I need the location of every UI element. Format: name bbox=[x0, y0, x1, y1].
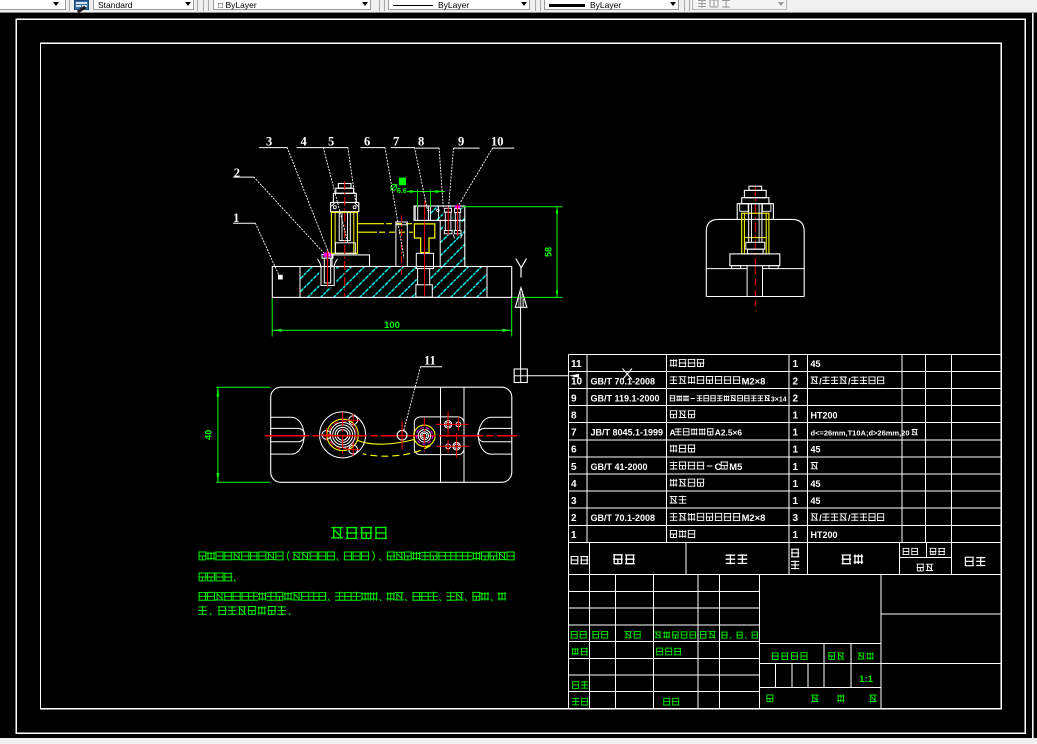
svg-text:10: 10 bbox=[491, 135, 504, 149]
svg-text:5: 5 bbox=[328, 135, 334, 149]
svg-text:1: 1 bbox=[793, 462, 799, 473]
svg-text:d<=26mm,T10A;d>26mm,20: d<=26mm,T10A;d>26mm,20 bbox=[811, 429, 910, 438]
svg-text:/: / bbox=[819, 376, 822, 386]
svg-text:11: 11 bbox=[424, 354, 436, 368]
svg-text:6.6: 6.6 bbox=[397, 188, 407, 195]
svg-text:9: 9 bbox=[571, 393, 577, 404]
svg-text:2: 2 bbox=[793, 376, 799, 387]
svg-text:7: 7 bbox=[571, 428, 577, 439]
svg-text:1: 1 bbox=[793, 359, 799, 370]
svg-text:M2×8: M2×8 bbox=[742, 375, 766, 386]
svg-text:3×14: 3×14 bbox=[771, 396, 787, 403]
svg-text:8: 8 bbox=[571, 411, 577, 422]
svg-text:A: A bbox=[670, 428, 676, 438]
svg-text:M5: M5 bbox=[729, 461, 742, 472]
svg-text:1: 1 bbox=[793, 428, 799, 439]
svg-text:1: 1 bbox=[793, 496, 799, 507]
svg-text:GB/T 70.1-2008: GB/T 70.1-2008 bbox=[591, 376, 656, 386]
svg-text:40: 40 bbox=[204, 430, 214, 440]
svg-text:45: 45 bbox=[811, 496, 821, 506]
svg-text:3: 3 bbox=[571, 496, 577, 507]
svg-text:8: 8 bbox=[418, 135, 424, 149]
svg-text:3: 3 bbox=[266, 135, 272, 149]
svg-text:/: / bbox=[819, 513, 822, 523]
svg-text:4: 4 bbox=[571, 479, 577, 490]
svg-text:6: 6 bbox=[571, 445, 577, 456]
svg-text:1: 1 bbox=[571, 530, 577, 541]
svg-text:/: / bbox=[848, 513, 851, 523]
svg-text:5: 5 bbox=[571, 462, 577, 473]
svg-text:10: 10 bbox=[571, 376, 583, 387]
svg-text:1: 1 bbox=[233, 211, 239, 225]
svg-text:6: 6 bbox=[364, 135, 370, 149]
svg-text:2: 2 bbox=[571, 513, 577, 524]
svg-text:45: 45 bbox=[811, 479, 821, 489]
svg-text:HT200: HT200 bbox=[811, 530, 838, 540]
svg-text:M2×8: M2×8 bbox=[742, 512, 766, 523]
svg-text:2: 2 bbox=[793, 393, 799, 404]
svg-text:GB/T 70.1-2008: GB/T 70.1-2008 bbox=[591, 513, 656, 523]
svg-text:58: 58 bbox=[544, 247, 554, 257]
svg-text:2: 2 bbox=[234, 166, 240, 180]
svg-text:/: / bbox=[848, 376, 851, 386]
svg-text:1:1: 1:1 bbox=[859, 674, 873, 685]
svg-text:11: 11 bbox=[571, 359, 582, 370]
svg-text:GB/T 119.1-2000: GB/T 119.1-2000 bbox=[591, 393, 660, 403]
svg-text:GB/T 41-2000: GB/T 41-2000 bbox=[591, 462, 648, 472]
svg-text:1: 1 bbox=[793, 445, 799, 456]
svg-text:7: 7 bbox=[393, 135, 399, 149]
svg-text:1: 1 bbox=[793, 479, 799, 490]
svg-text:45: 45 bbox=[811, 359, 821, 369]
svg-text:45: 45 bbox=[811, 445, 821, 455]
svg-text:100: 100 bbox=[384, 320, 400, 331]
svg-text:4: 4 bbox=[301, 135, 308, 149]
svg-text:1: 1 bbox=[793, 530, 799, 541]
svg-text:9: 9 bbox=[458, 135, 464, 149]
svg-text:HT200: HT200 bbox=[811, 411, 838, 421]
svg-text:1: 1 bbox=[793, 411, 799, 422]
svg-text:JB/T 8045.1-1999: JB/T 8045.1-1999 bbox=[591, 428, 664, 438]
svg-text:A2.5×6: A2.5×6 bbox=[715, 428, 743, 438]
svg-text:3: 3 bbox=[793, 513, 799, 524]
